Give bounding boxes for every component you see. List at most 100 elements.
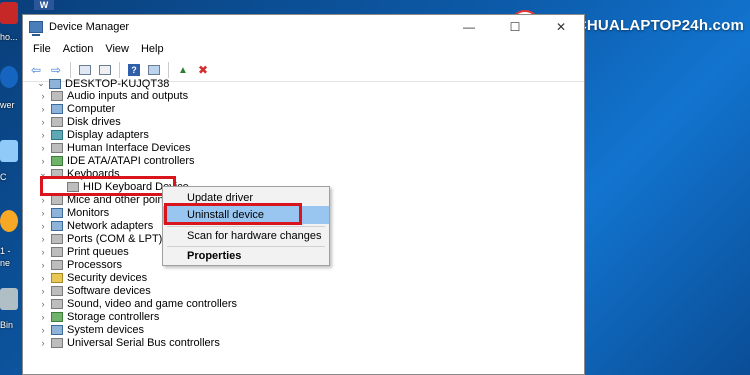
desktop-label: ne [0, 258, 11, 268]
tree-item[interactable]: › Print queues [38, 245, 129, 258]
storage-icon [51, 311, 63, 322]
tree-item-label: Sound, video and game controllers [67, 297, 237, 310]
mouse-icon [51, 194, 63, 205]
help-glyph: ? [128, 64, 140, 76]
tree-item[interactable]: › Network adapters [38, 219, 154, 232]
tree-item-label: Print queues [67, 245, 129, 258]
tree-item[interactable]: › Monitors [38, 206, 110, 219]
tree-item[interactable]: › Software devices [38, 284, 151, 297]
desktop-app-icon[interactable] [0, 66, 18, 88]
system-device-icon [51, 324, 63, 335]
network-icon [51, 220, 63, 231]
chevron-right-icon[interactable]: › [38, 156, 48, 166]
processor-icon [51, 259, 63, 270]
toolbar-separator [168, 62, 169, 78]
close-button[interactable]: ✕ [538, 15, 584, 39]
chevron-right-icon[interactable]: › [38, 143, 48, 153]
maximize-button[interactable]: ☐ [492, 15, 538, 39]
recycle-bin-icon[interactable] [0, 288, 18, 310]
window-title: Device Manager [49, 21, 130, 33]
chevron-right-icon[interactable]: › [38, 260, 48, 270]
toolbar-separator [119, 62, 120, 78]
chevron-right-icon[interactable]: › [38, 325, 48, 335]
tree-item[interactable]: › Computer [38, 102, 116, 115]
highlight-box-hid-keyboard [40, 176, 176, 196]
menu-file[interactable]: File [27, 43, 57, 55]
disk-icon [51, 116, 63, 127]
tree-item[interactable]: › System devices [38, 323, 145, 336]
tree-item[interactable]: › Audio inputs and outputs [38, 89, 189, 102]
desktop-app-icon[interactable] [0, 210, 18, 232]
chevron-right-icon[interactable]: › [38, 299, 48, 309]
usb-icon [51, 337, 63, 348]
chevron-right-icon[interactable]: › [38, 221, 48, 231]
desktop-left-strip: ho... wer C 1 - ne Bin [0, 0, 22, 375]
tree-item[interactable]: › Disk drives [38, 115, 121, 128]
tree-item-label: Human Interface Devices [67, 141, 191, 154]
port-icon [51, 233, 63, 244]
menu-action[interactable]: Action [57, 43, 100, 55]
display-adapter-icon [51, 129, 63, 140]
tree-item-label: Audio inputs and outputs [67, 89, 189, 102]
context-menu: Update driver Uninstall device Scan for … [162, 186, 330, 266]
tree-item-label: Computer [67, 102, 116, 115]
highlight-box-uninstall [164, 203, 302, 225]
chevron-right-icon[interactable]: › [38, 104, 48, 114]
computer-icon [49, 78, 61, 89]
tree-item-label: Security devices [67, 271, 148, 284]
printer-icon [51, 246, 63, 257]
uninstall-icon[interactable]: ✖ [194, 61, 212, 79]
desktop-label: Bin [0, 320, 14, 330]
desktop-app-icon[interactable] [0, 140, 18, 162]
tree-item-label: Processors [67, 258, 123, 271]
computer-icon [51, 103, 63, 114]
tree-item[interactable]: › Human Interface Devices [38, 141, 191, 154]
minimize-button[interactable]: — [446, 15, 492, 39]
menu-bar: File Action View Help [23, 39, 584, 59]
tree-item[interactable]: › Sound, video and game controllers [38, 297, 238, 310]
tree-item[interactable]: › Display adapters [38, 128, 149, 141]
chevron-right-icon[interactable]: › [38, 286, 48, 296]
tree-root-label: DESKTOP-KUJQT38 [65, 77, 170, 90]
chevron-right-icon[interactable]: › [38, 312, 48, 322]
menu-view[interactable]: View [99, 43, 135, 55]
speaker-icon [51, 90, 63, 101]
security-icon [51, 272, 63, 283]
word-taskbar-icon[interactable]: W [34, 0, 54, 10]
chevron-right-icon[interactable]: › [38, 247, 48, 257]
tree-item-label: Universal Serial Bus controllers [67, 336, 220, 349]
tree-item-label: Software devices [67, 284, 151, 297]
tree-item-label: Network adapters [67, 219, 154, 232]
tree-item[interactable]: › IDE ATA/ATAPI controllers [38, 154, 195, 167]
tree-item[interactable]: › Universal Serial Bus controllers [38, 336, 220, 349]
context-properties[interactable]: Properties [163, 247, 329, 265]
chevron-right-icon[interactable]: › [38, 234, 48, 244]
chevron-right-icon[interactable]: › [38, 273, 48, 283]
chevron-right-icon[interactable]: › [38, 208, 48, 218]
device-manager-icon [29, 21, 43, 36]
tree-item[interactable]: › Security devices [38, 271, 148, 284]
menu-help[interactable]: Help [135, 43, 170, 55]
tree-item[interactable]: › Processors [38, 258, 123, 271]
tree-item[interactable]: › Ports (COM & LPT) [38, 232, 163, 245]
sound-icon [51, 298, 63, 309]
tree-item-label: Display adapters [67, 128, 149, 141]
chevron-right-icon[interactable]: › [38, 130, 48, 140]
chevron-right-icon[interactable]: › [38, 338, 48, 348]
chevron-right-icon[interactable]: › [38, 195, 48, 205]
monitor-icon [51, 207, 63, 218]
tree-item-label: System devices [67, 323, 145, 336]
update-driver-icon[interactable]: ▲ [174, 61, 192, 79]
chevron-right-icon[interactable]: › [38, 91, 48, 101]
desktop-app-icon[interactable] [0, 2, 18, 24]
desktop-label: C [0, 172, 7, 182]
desktop-label: ho... [0, 32, 18, 42]
software-device-icon [51, 285, 63, 296]
title-bar[interactable]: Device Manager — ☐ ✕ [23, 15, 584, 39]
tree-item[interactable]: › Storage controllers [38, 310, 160, 323]
chevron-down-icon[interactable]: ⌄ [36, 78, 46, 89]
chevron-right-icon[interactable]: › [38, 117, 48, 127]
toolbar-separator [70, 62, 71, 78]
tree-item-label: Storage controllers [67, 310, 160, 323]
context-scan-hardware[interactable]: Scan for hardware changes [163, 227, 329, 245]
